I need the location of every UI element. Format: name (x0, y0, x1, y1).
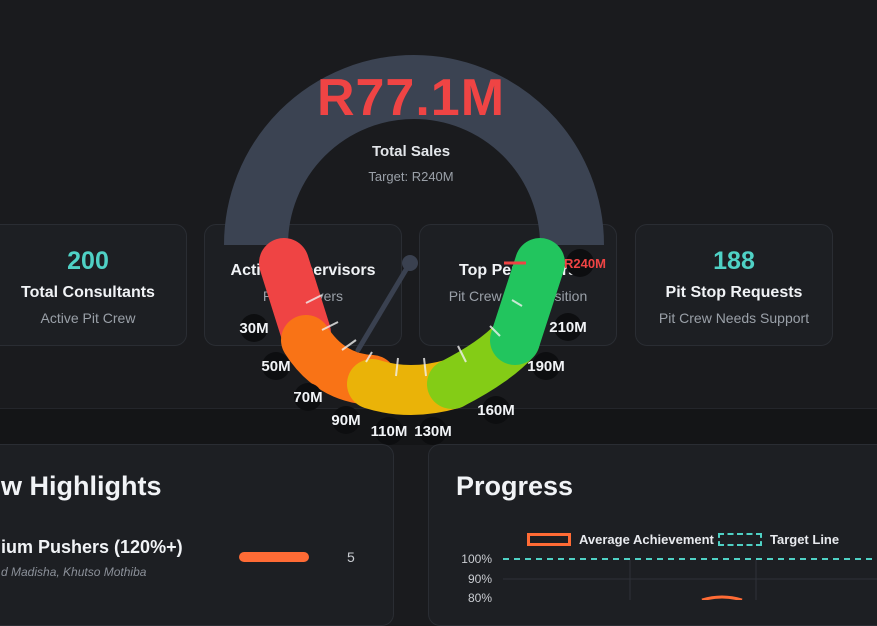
gauge-tick-label: 110M (371, 423, 408, 440)
kpi-card-consultants: 200 Total Consultants Active Pit Crew (0, 224, 187, 346)
kpi-label: Pit Stop Requests (665, 284, 803, 301)
kpi-label: Total Consultants (21, 284, 155, 301)
legend-swatch-target[interactable] (718, 533, 762, 546)
gauge-tick-label: 30M (239, 320, 268, 337)
highlight-item-names: d Madisha, Khutso Mothiba (1, 565, 147, 579)
highlights-title: w Highlights (1, 471, 162, 501)
total-sales-value: R77.1M (316, 69, 506, 127)
y-tick-90: 90% (467, 572, 492, 586)
gauge-target-label: R240M (564, 256, 606, 271)
kpi-value: 200 (67, 247, 109, 275)
gauge-tick-label: 70M (293, 389, 322, 406)
total-sales-title: Total Sales (371, 143, 451, 160)
gauge-tick-label: 190M (527, 358, 565, 375)
kpi-sub: Pit Crew Needs Support (658, 310, 810, 326)
gauge-tick-label: 90M (331, 412, 360, 429)
gauge-hub (402, 255, 418, 271)
highlight-item-title: ium Pushers (120%+) (1, 537, 183, 557)
highlight-item-count: 5 (347, 549, 355, 565)
kpi-value: 188 (713, 247, 755, 275)
y-tick-80: 80% (467, 591, 492, 605)
gauge-tick-label: 160M (477, 402, 515, 419)
highlight-item-bar (239, 552, 309, 562)
gauge-tick-label: 210M (549, 319, 587, 336)
legend-swatch-average[interactable] (527, 533, 571, 546)
gauge-tick-label: 50M (261, 358, 290, 375)
kpi-card-pit-stop-requests: 188 Pit Stop Requests Pit Crew Needs Sup… (635, 224, 833, 346)
total-sales-target: Target: R240M (368, 169, 454, 184)
gauge-tick-label: 130M (414, 423, 452, 440)
progress-title: Progress (456, 471, 574, 501)
legend-label-average[interactable]: Average Achievement (579, 532, 714, 547)
gauge-segment-green (490, 238, 565, 365)
highlights-panel: w Highlights ium Pushers (120%+) d Madis… (0, 444, 394, 626)
legend-label-target[interactable]: Target Line (770, 532, 839, 547)
y-tick-100: 100% (461, 552, 492, 566)
kpi-sub: Active Pit Crew (40, 310, 136, 326)
